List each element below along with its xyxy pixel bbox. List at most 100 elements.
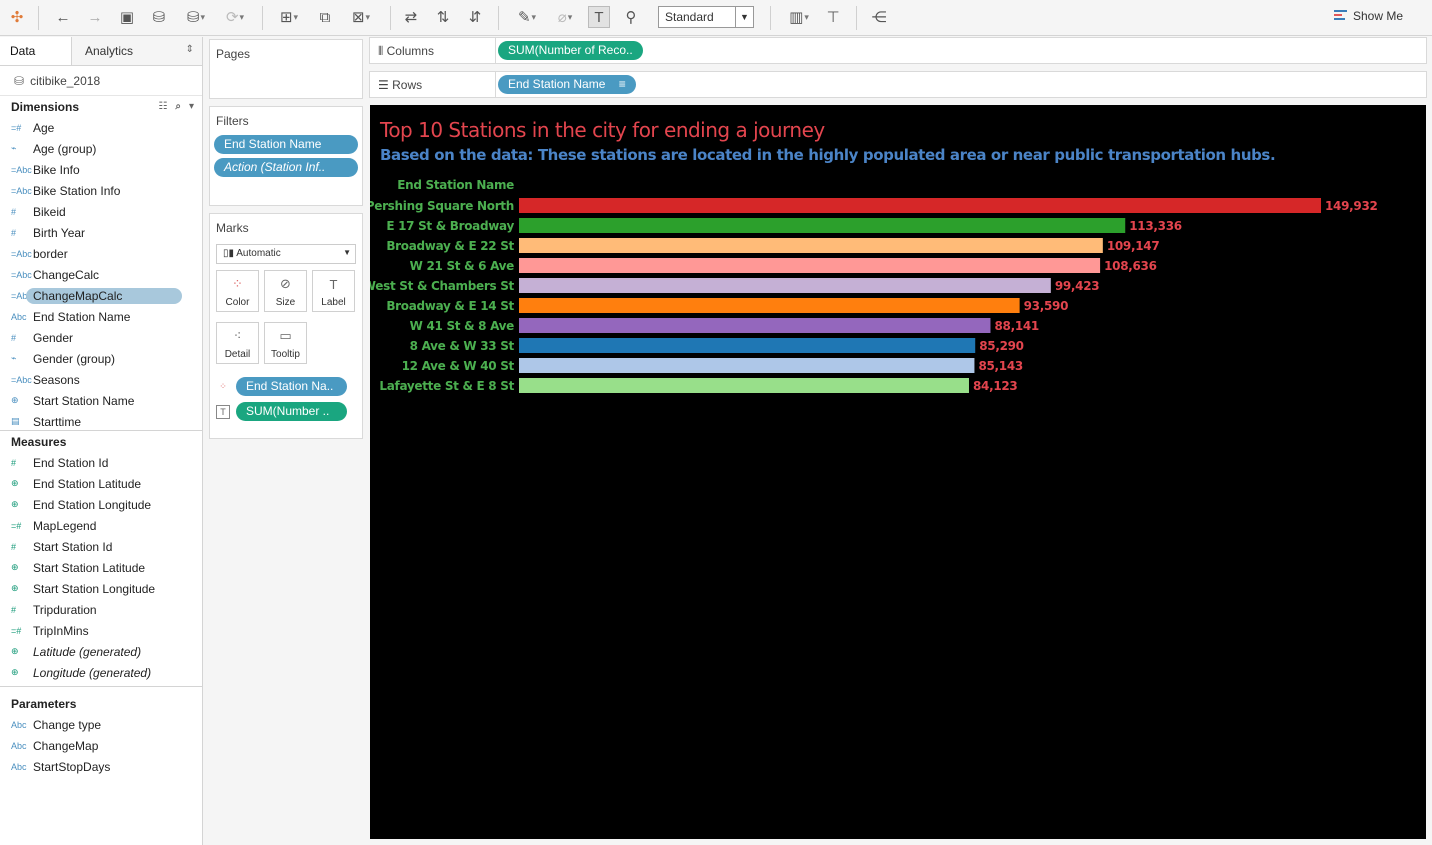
category-label[interactable]: 12 Ave & W 40 St	[402, 359, 515, 373]
parameter-change-type[interactable]: Abc Change type	[0, 714, 202, 735]
undo-icon[interactable]: ←	[52, 6, 74, 28]
highlight-icon[interactable]: ✎	[510, 6, 544, 28]
label-button[interactable]: T Label	[312, 270, 355, 312]
measure-maplegend[interactable]: =# MapLegend	[0, 515, 202, 536]
redo-icon[interactable]: →	[84, 6, 106, 28]
marks-pill-sum-number[interactable]: SUM(Number ..	[236, 402, 347, 421]
rows-pill[interactable]: End Station Name ≡	[498, 75, 636, 94]
bar[interactable]	[519, 278, 1051, 293]
bar[interactable]	[519, 378, 969, 393]
label-icon: T	[329, 277, 338, 292]
dimension-birth-year[interactable]: # Birth Year	[0, 222, 202, 243]
search-icon[interactable]: ⌕	[175, 101, 181, 112]
presentation-mode-icon[interactable]: ⊤	[822, 6, 844, 28]
dimension-bike-station-info[interactable]: =Abc Bike Station Info	[0, 180, 202, 201]
sort-ascending-icon[interactable]: ⇅	[432, 6, 454, 28]
tableau-logo-icon[interactable]: ✣	[6, 6, 28, 28]
rows-shelf[interactable]: ☰ Rows End Station Name ≡	[369, 71, 1427, 98]
category-label[interactable]: Pershing Square North	[370, 199, 514, 213]
pause-updates-icon[interactable]: ⛁	[180, 6, 212, 28]
marks-pill-end-station-name[interactable]: End Station Na..	[236, 377, 347, 396]
measure-start-station-longitude[interactable]: ⊕ Start Station Longitude	[0, 578, 202, 599]
tab-data[interactable]: Data	[0, 37, 71, 65]
category-label[interactable]: Lafayette St & E 8 St	[379, 379, 514, 393]
view-list-icon[interactable]: ☷	[158, 101, 167, 112]
measure-tripinmins[interactable]: =# TripInMins	[0, 620, 202, 641]
bar[interactable]	[519, 198, 1321, 213]
measure-latitude-generated[interactable]: ⊕ Latitude (generated)	[0, 641, 202, 662]
field-label: Bike Station Info	[33, 183, 121, 198]
show-me-button[interactable]: Show Me	[1334, 9, 1403, 23]
field-label: ChangeMap	[33, 738, 99, 753]
bar[interactable]	[519, 298, 1020, 313]
category-label[interactable]: Broadway & E 22 St	[386, 239, 515, 253]
cards-pane: Pages Filters End Station Name Action (S…	[203, 37, 369, 845]
dimension-starttime[interactable]: ▤ Starttime	[0, 411, 202, 430]
measure-end-station-id[interactable]: # End Station Id	[0, 452, 202, 473]
clear-sheet-icon[interactable]: ⊠	[344, 6, 378, 28]
field-label: TripInMins	[33, 623, 89, 638]
detail-button[interactable]: ⁖ Detail	[216, 322, 259, 364]
dimension-bikeid[interactable]: # Bikeid	[0, 201, 202, 222]
measure-tripduration[interactable]: # Tripduration	[0, 599, 202, 620]
columns-shelf[interactable]: ⦀ Columns SUM(Number of Reco..	[369, 37, 1427, 64]
share-icon[interactable]: ⋲	[868, 6, 890, 28]
filter-pill-end-station-name[interactable]: End Station Name	[214, 135, 358, 154]
sort-descending-icon[interactable]: ⇵	[464, 6, 486, 28]
measure-start-station-id[interactable]: # Start Station Id	[0, 536, 202, 557]
tooltip-button[interactable]: ▭ Tooltip	[264, 322, 307, 364]
filter-pill-action[interactable]: Action (Station Inf..	[214, 158, 358, 177]
bar[interactable]	[519, 218, 1126, 233]
data-source[interactable]: ⛁ citibike_2018	[0, 66, 202, 96]
dimension-gender-group[interactable]: ⌁ Gender (group)	[0, 348, 202, 369]
category-label[interactable]: 8 Ave & W 33 St	[410, 339, 515, 353]
dimension-end-station-name[interactable]: Abc End Station Name	[0, 306, 202, 327]
fit-select[interactable]: Standard ▼	[658, 6, 754, 28]
save-icon[interactable]: ▣	[116, 6, 138, 28]
measure-start-station-latitude[interactable]: ⊕ Start Station Latitude	[0, 557, 202, 578]
bar[interactable]	[519, 318, 991, 333]
dimension-changecalc[interactable]: =Abc ChangeCalc	[0, 264, 202, 285]
category-label[interactable]: W 41 St & 8 Ave	[410, 319, 515, 333]
bar[interactable]	[519, 238, 1103, 253]
new-data-source-icon[interactable]: ⛁	[148, 6, 170, 28]
group-members-icon[interactable]: ⌀	[548, 6, 582, 28]
filters-card[interactable]: Filters End Station Name Action (Station…	[209, 106, 363, 206]
duplicate-sheet-icon[interactable]: ⧉	[314, 6, 336, 28]
parameter-startstopdays[interactable]: Abc StartStopDays	[0, 756, 202, 777]
measure-longitude-generated[interactable]: ⊕ Longitude (generated)	[0, 662, 202, 683]
category-label[interactable]: E 17 St & Broadway	[386, 219, 514, 233]
category-label[interactable]: Broadway & E 14 St	[386, 299, 515, 313]
measure-number-of-records[interactable]: =#Number of Records	[0, 683, 202, 686]
pages-card[interactable]: Pages	[209, 39, 363, 99]
measure-end-station-latitude[interactable]: ⊕ End Station Latitude	[0, 473, 202, 494]
dimension-bike-info[interactable]: =Abc Bike Info	[0, 159, 202, 180]
dimension-start-station-name[interactable]: ⊕ Start Station Name	[0, 390, 202, 411]
fix-axes-icon[interactable]: ⚲	[620, 6, 642, 28]
bar[interactable]	[519, 258, 1101, 273]
dimension-gender[interactable]: # Gender	[0, 327, 202, 348]
dimension-age-group[interactable]: ⌁ Age (group)	[0, 138, 202, 159]
color-button[interactable]: ⁘ Color	[216, 270, 259, 312]
dimension-seasons[interactable]: =Abc Seasons	[0, 369, 202, 390]
dimension-border[interactable]: =Abc border	[0, 243, 202, 264]
category-label[interactable]: W 21 St & 6 Ave	[410, 259, 515, 273]
mark-type-select[interactable]: ▯▮ Automatic ▼	[216, 244, 356, 264]
parameter-changemap[interactable]: Abc ChangeMap	[0, 735, 202, 756]
show-mark-labels-icon[interactable]: T	[588, 6, 610, 28]
refresh-icon[interactable]: ⟳	[218, 6, 252, 28]
new-worksheet-icon[interactable]: ⊞	[272, 6, 306, 28]
tab-analytics[interactable]: Analytics	[71, 37, 202, 65]
dimension-age[interactable]: =# Age	[0, 117, 202, 138]
size-button[interactable]: ⊘ Size	[264, 270, 307, 312]
bar[interactable]	[519, 358, 975, 373]
category-label[interactable]: West St & Chambers St	[370, 279, 515, 293]
swap-rows-columns-icon[interactable]: ⇄	[400, 6, 422, 28]
columns-pill[interactable]: SUM(Number of Reco..	[498, 41, 643, 60]
worksheet-view[interactable]: Top 10 Stations in the city for ending a…	[370, 105, 1426, 839]
show-cards-icon[interactable]: ▥	[782, 6, 816, 28]
chevron-down-icon[interactable]: ▾	[189, 101, 194, 112]
dimension-changemapcalc[interactable]: =Abc ChangeMapCalc	[0, 285, 202, 306]
bar[interactable]	[519, 338, 976, 353]
measure-end-station-longitude[interactable]: ⊕ End Station Longitude	[0, 494, 202, 515]
